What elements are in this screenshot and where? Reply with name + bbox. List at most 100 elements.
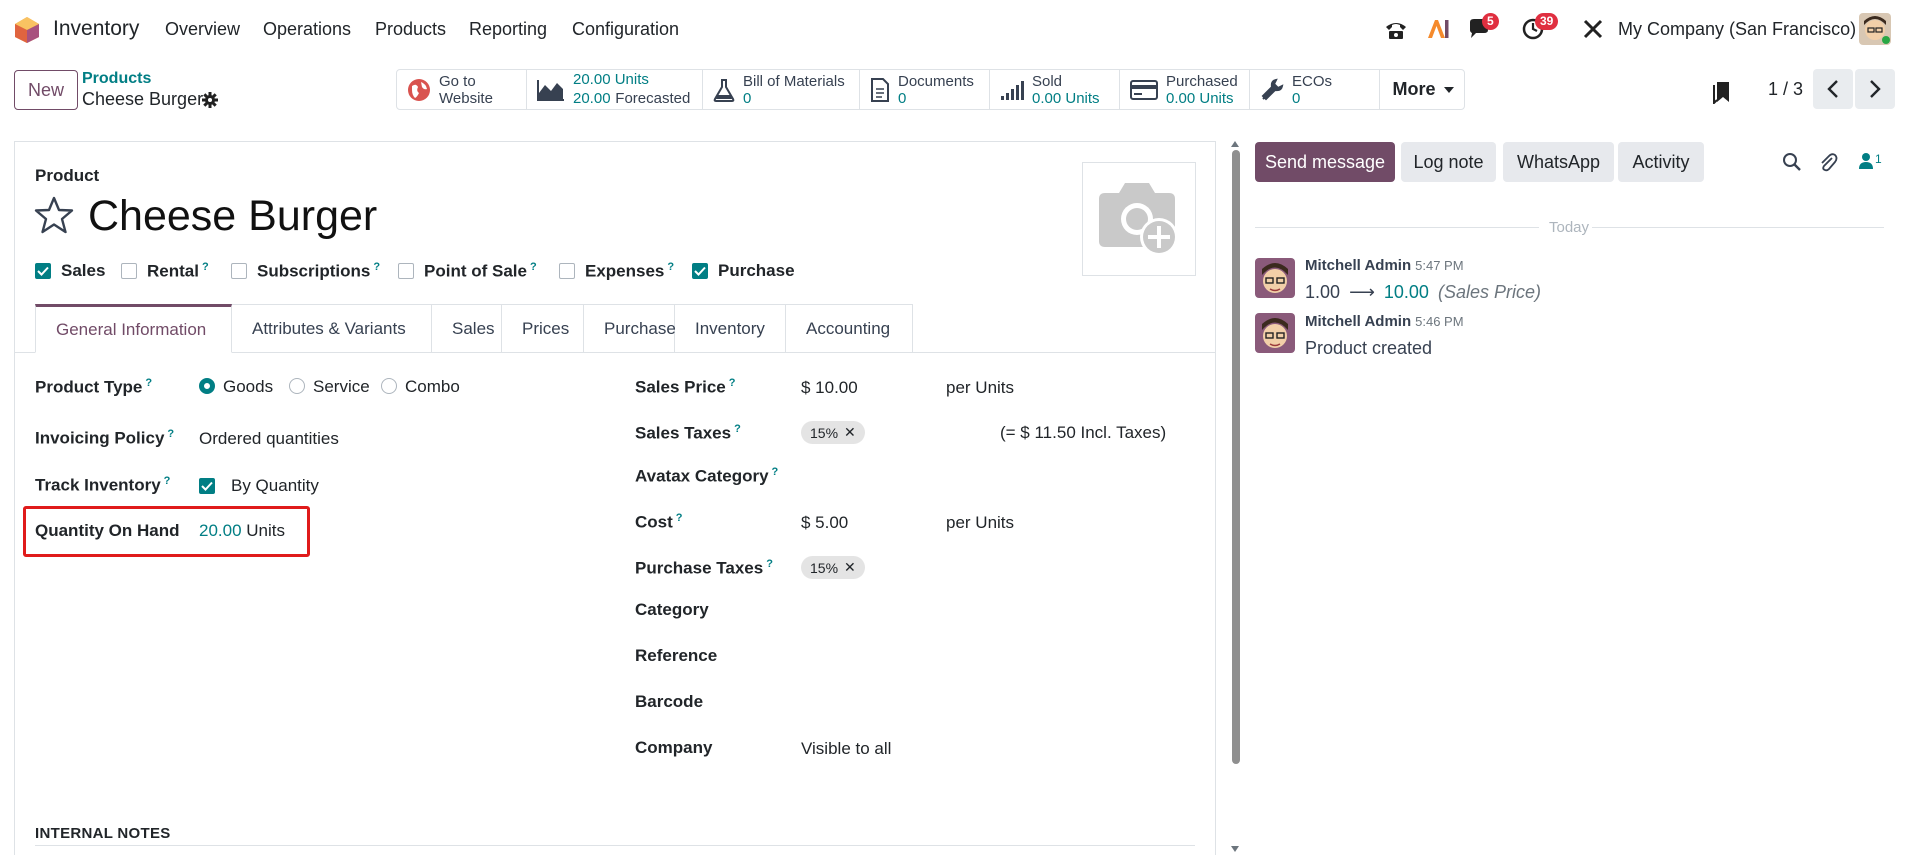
author-name[interactable]: Mitchell Admin	[1305, 313, 1411, 330]
product-name-field[interactable]: Cheese Burger	[88, 192, 377, 241]
activity-button[interactable]: Activity	[1618, 142, 1704, 182]
product-type-radio-service[interactable]: Service	[289, 377, 370, 397]
new-button[interactable]: New	[14, 70, 78, 110]
cost-field[interactable]: $ 5.00	[801, 513, 848, 533]
help-tooltip-icon[interactable]: ?	[202, 261, 209, 273]
send-message-button[interactable]: Send message	[1255, 142, 1395, 182]
forecasted-value: 20.00	[573, 90, 611, 107]
sales-tax-tag[interactable]: 15% ✕	[801, 421, 865, 444]
sold-button[interactable]: Sold 0.00 Units	[990, 70, 1120, 109]
flag-subscriptions[interactable]: Subscriptions?	[231, 261, 380, 282]
documents-count: 0	[898, 89, 907, 107]
product-type-label-text: Product Type	[35, 377, 143, 397]
menu-reporting[interactable]: Reporting	[469, 19, 547, 40]
help-tooltip-icon[interactable]: ?	[145, 377, 152, 389]
tab-inventory[interactable]: Inventory	[675, 304, 786, 353]
subscriptions-checkbox[interactable]	[231, 263, 247, 280]
company-field[interactable]: Visible to all	[801, 739, 891, 759]
ecos-button[interactable]: ECOs 0	[1250, 70, 1380, 109]
flag-rental[interactable]: Rental?	[121, 261, 209, 282]
user-avatar[interactable]	[1859, 13, 1891, 45]
menu-overview[interactable]: Overview	[165, 19, 240, 40]
help-tooltip-icon[interactable]: ?	[766, 558, 773, 570]
pager-value[interactable]: 1 / 3	[1768, 79, 1803, 100]
ecos-count: 0	[1292, 89, 1301, 107]
pager-previous-button[interactable]	[1813, 69, 1853, 109]
sales-price-incl-taxes: (= $ 11.50 Incl. Taxes)	[1000, 423, 1167, 442]
tab-prices[interactable]: Prices	[502, 304, 584, 353]
debug-tools-icon[interactable]	[1582, 18, 1604, 40]
flag-purchase[interactable]: Purchase	[692, 261, 795, 281]
purchased-value: 0.00 Units	[1166, 89, 1234, 107]
tab-purchase[interactable]: Purchase	[584, 304, 676, 353]
help-tooltip-icon[interactable]: ?	[167, 428, 174, 440]
user-icon	[1859, 153, 1873, 169]
app-name[interactable]: Inventory	[53, 17, 139, 41]
sales-price-field[interactable]: $ 10.00	[801, 378, 858, 398]
message-author-avatar[interactable]	[1255, 313, 1295, 353]
followers-button[interactable]: 1	[1858, 152, 1882, 170]
bill-of-materials-button[interactable]: Bill of Materials 0	[703, 70, 860, 109]
inventory-app-logo-icon[interactable]	[14, 16, 40, 44]
search-icon[interactable]	[1782, 152, 1802, 172]
menu-operations[interactable]: Operations	[263, 19, 351, 40]
purchase-tax-tag[interactable]: 15% ✕	[801, 556, 865, 579]
more-button[interactable]: More	[1380, 70, 1464, 109]
tracking-change: 1.00 ⟶ 10.00 (Sales Price)	[1305, 282, 1541, 303]
flag-sales[interactable]: Sales	[35, 261, 105, 281]
track-inventory-checkbox[interactable]	[199, 478, 215, 494]
sales-checkbox[interactable]	[35, 263, 51, 279]
message-author-avatar[interactable]	[1255, 258, 1295, 298]
help-tooltip-icon[interactable]: ?	[676, 512, 683, 524]
checkmark-icon	[37, 266, 49, 276]
tab-accounting[interactable]: Accounting	[786, 304, 913, 353]
phone-icon[interactable]	[1384, 19, 1408, 41]
help-tooltip-icon[interactable]: ?	[729, 377, 736, 389]
help-tooltip-icon[interactable]: ?	[530, 261, 537, 273]
product-image-upload[interactable]	[1082, 162, 1196, 276]
help-tooltip-icon[interactable]: ?	[734, 423, 741, 435]
bookmark-icon[interactable]	[1713, 80, 1731, 104]
tab-general-information[interactable]: General Information	[35, 304, 232, 353]
help-tooltip-icon[interactable]: ?	[373, 261, 380, 273]
forecasted-label: Forecasted	[615, 90, 691, 107]
documents-button[interactable]: Documents 0	[860, 70, 990, 109]
expenses-checkbox[interactable]	[559, 263, 575, 280]
company-switcher[interactable]: My Company (San Francisco)	[1618, 19, 1856, 40]
go-to-website-button[interactable]: Go to Website	[397, 70, 527, 109]
tab-sales[interactable]: Sales	[432, 304, 502, 353]
log-note-button[interactable]: Log note	[1401, 142, 1496, 182]
author-name[interactable]: Mitchell Admin	[1305, 257, 1411, 274]
on-hand-forecast-button[interactable]: 20.00 Units 20.00 Forecasted	[527, 70, 703, 109]
breadcrumb-products[interactable]: Products	[82, 70, 151, 88]
favorite-star-icon[interactable]	[34, 196, 74, 234]
purchased-button[interactable]: Purchased 0.00 Units	[1120, 70, 1250, 109]
help-tooltip-icon[interactable]: ?	[164, 475, 171, 487]
help-tooltip-icon[interactable]: ?	[667, 261, 674, 273]
invoicing-policy-label-text: Invoicing Policy	[35, 428, 165, 448]
paperclip-icon[interactable]	[1818, 152, 1838, 174]
product-type-radio-goods[interactable]: Goods	[199, 377, 273, 397]
activities-badge: 39	[1535, 13, 1559, 30]
product-type-radio-combo[interactable]: Combo	[381, 377, 460, 397]
ai-icon[interactable]	[1426, 18, 1450, 40]
purchase-checkbox[interactable]	[692, 263, 708, 279]
flag-point-of-sale[interactable]: Point of Sale?	[398, 261, 537, 282]
flask-icon	[713, 78, 735, 102]
menu-configuration[interactable]: Configuration	[572, 19, 679, 40]
rental-checkbox[interactable]	[121, 263, 137, 280]
whatsapp-button[interactable]: WhatsApp	[1503, 142, 1614, 182]
track-inventory-field[interactable]: By Quantity	[199, 476, 319, 496]
remove-tag-icon[interactable]: ✕	[844, 424, 856, 441]
point-of-sale-checkbox[interactable]	[398, 263, 414, 280]
pager-next-button[interactable]	[1855, 69, 1895, 109]
flag-expenses[interactable]: Expenses?	[559, 261, 674, 282]
remove-tag-icon[interactable]: ✕	[844, 559, 856, 576]
checkmark-icon	[201, 481, 213, 491]
menu-products[interactable]: Products	[375, 19, 446, 40]
invoicing-policy-field[interactable]: Ordered quantities	[199, 429, 339, 449]
tab-attributes-variants[interactable]: Attributes & Variants	[232, 304, 432, 353]
form-scrollbar-thumb[interactable]	[1232, 150, 1240, 764]
gear-icon[interactable]	[202, 92, 218, 108]
help-tooltip-icon[interactable]: ?	[772, 466, 779, 478]
